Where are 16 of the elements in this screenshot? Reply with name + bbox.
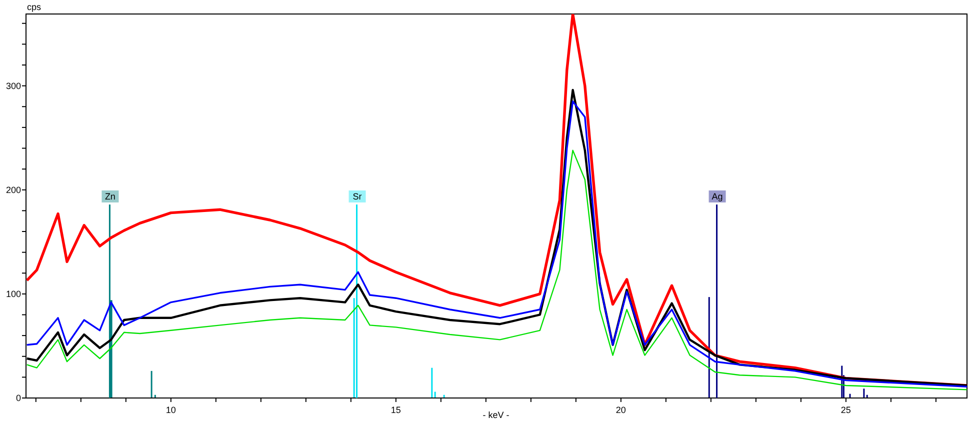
element-label: Sr bbox=[348, 190, 366, 202]
x-tick-label: 15 bbox=[390, 405, 401, 415]
x-axis-label: - keV - bbox=[482, 410, 510, 420]
x-tick-label: 10 bbox=[166, 405, 176, 415]
ref-line-label: Zn bbox=[104, 191, 116, 202]
ref-line-label: Ag bbox=[712, 191, 723, 202]
x-tick-label: 25 bbox=[840, 405, 851, 415]
element-label: Ag bbox=[708, 190, 726, 202]
element-label: Zn bbox=[102, 190, 119, 202]
y-tick-label: 200 bbox=[6, 184, 21, 195]
ref-line-label: Sr bbox=[352, 191, 362, 202]
y-axis-label: cps bbox=[27, 2, 42, 12]
y-tick-label: 100 bbox=[6, 288, 21, 299]
y-tick-label: 300 bbox=[6, 80, 21, 91]
y-tick-label: 0 bbox=[16, 393, 21, 403]
x-tick-label: 20 bbox=[616, 405, 626, 415]
